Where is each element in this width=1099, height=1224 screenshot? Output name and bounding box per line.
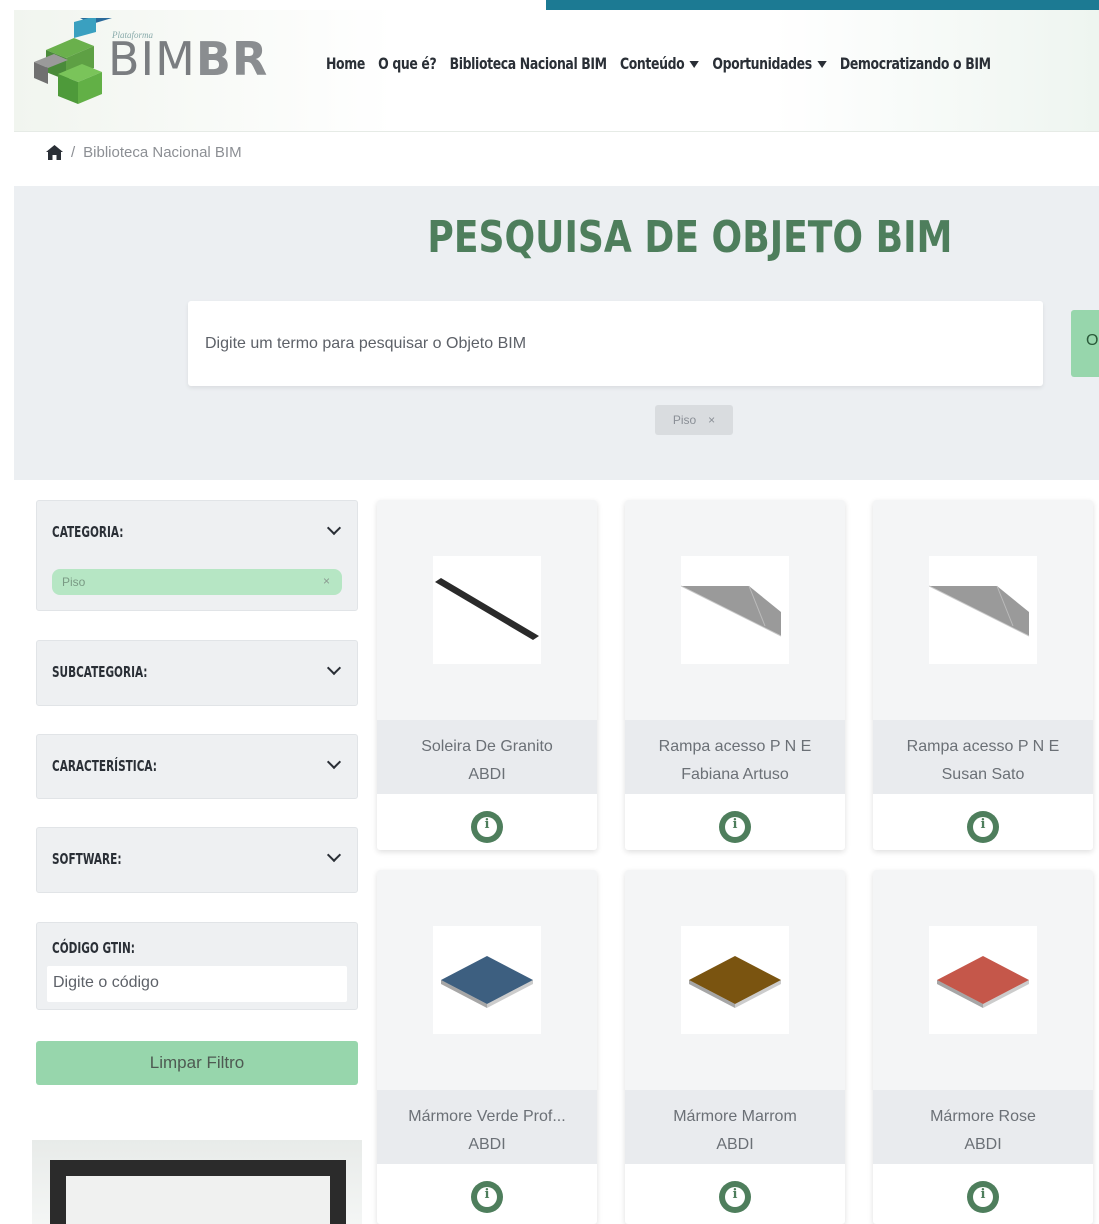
card-caption: Mármore Rose ABDI: [873, 1090, 1093, 1164]
cube-logo-icon: [34, 18, 112, 104]
banner-frame: [50, 1160, 346, 1224]
nav-o-que-e[interactable]: O que é?: [378, 54, 437, 73]
result-card[interactable]: Rampa acesso P N E Susan Sato i: [873, 500, 1093, 850]
card-thumbnail[interactable]: [681, 926, 789, 1034]
filter-subcategoria[interactable]: SUBCATEGORIA:: [36, 640, 358, 706]
close-icon[interactable]: ×: [323, 574, 330, 588]
tag-label: Piso: [672, 413, 697, 427]
card-caption: Rampa acesso P N E Susan Sato: [873, 720, 1093, 794]
breadcrumb: / Biblioteca Nacional BIM: [46, 144, 242, 161]
card-author: ABDI: [468, 766, 506, 783]
search-placeholder: Digite um termo para pesquisar o Objeto …: [205, 334, 527, 352]
card-caption: Soleira De Granito ABDI: [377, 720, 597, 794]
gtin-input[interactable]: Digite o código: [47, 966, 347, 1002]
card-author: ABDI: [468, 1136, 506, 1153]
card-thumbnail[interactable]: [929, 926, 1037, 1034]
result-card[interactable]: Rampa acesso P N E Fabiana Artuso i: [625, 500, 845, 850]
card-title[interactable]: Mármore Rose: [873, 1103, 1093, 1131]
search-button[interactable]: O: [1071, 310, 1099, 377]
caret-down-icon: [689, 61, 700, 68]
nav-democratizando[interactable]: Democratizando o BIM: [840, 54, 991, 73]
nav-oportunidades[interactable]: Oportunidades: [712, 54, 827, 73]
bimbr-logo[interactable]: Plataforma BIMBR: [34, 18, 274, 108]
filter-label: CARACTERÍSTICA:: [52, 757, 157, 775]
info-icon[interactable]: i: [719, 1181, 751, 1213]
card-title[interactable]: Soleira De Granito: [377, 733, 597, 761]
main-nav: Home O que é? Biblioteca Nacional BIM Co…: [326, 54, 991, 73]
result-card[interactable]: Mármore Rose ABDI i: [873, 870, 1093, 1224]
site-header: Plataforma BIMBR Home O que é? Bibliotec…: [14, 10, 1099, 132]
breadcrumb-current[interactable]: Biblioteca Nacional BIM: [83, 144, 241, 161]
card-thumbnail-area: [625, 500, 845, 720]
filter-software[interactable]: SOFTWARE:: [36, 827, 358, 893]
result-card[interactable]: Mármore Verde Prof... ABDI i: [377, 870, 597, 1224]
info-glyph: i: [980, 1187, 986, 1202]
info-icon[interactable]: i: [471, 1181, 503, 1213]
nav-biblioteca[interactable]: Biblioteca Nacional BIM: [450, 54, 607, 73]
nav-home[interactable]: Home: [326, 54, 365, 73]
nav-conteudo[interactable]: Conteúdo: [620, 54, 700, 73]
info-glyph: i: [732, 817, 738, 832]
filter-categoria[interactable]: CATEGORIA: Piso ×: [36, 500, 358, 611]
top-accent-strip: [546, 0, 1099, 10]
card-title[interactable]: Mármore Verde Prof...: [377, 1103, 597, 1131]
info-glyph: i: [484, 1187, 490, 1202]
chip-label: Piso: [62, 575, 86, 589]
card-author: ABDI: [716, 1136, 754, 1153]
result-card[interactable]: Mármore Marrom ABDI i: [625, 870, 845, 1224]
card-thumbnail-area: [377, 870, 597, 1090]
card-title[interactable]: Mármore Marrom: [625, 1103, 845, 1131]
card-caption: Rampa acesso P N E Fabiana Artuso: [625, 720, 845, 794]
info-icon[interactable]: i: [967, 1181, 999, 1213]
chevron-down-icon[interactable]: [326, 754, 342, 770]
filter-label: SUBCATEGORIA:: [52, 663, 148, 681]
home-icon[interactable]: [46, 145, 63, 160]
card-author: ABDI: [964, 1136, 1002, 1153]
promo-banner[interactable]: [32, 1140, 362, 1224]
breadcrumb-separator: /: [71, 144, 76, 161]
card-author: Susan Sato: [941, 766, 1025, 783]
active-tag-chip[interactable]: Piso ×: [655, 405, 733, 435]
search-title: PESQUISA DE OBJETO BIM: [427, 212, 953, 263]
info-icon[interactable]: i: [471, 811, 503, 843]
card-author: Fabiana Artuso: [681, 766, 789, 783]
card-title[interactable]: Rampa acesso P N E: [873, 733, 1093, 761]
close-icon[interactable]: ×: [708, 413, 715, 427]
chevron-down-icon[interactable]: [326, 660, 342, 676]
chevron-down-icon[interactable]: [326, 520, 342, 536]
result-card[interactable]: Soleira De Granito ABDI i: [377, 500, 597, 850]
selected-category-chip[interactable]: Piso ×: [52, 569, 342, 595]
info-glyph: i: [980, 817, 986, 832]
info-icon[interactable]: i: [719, 811, 751, 843]
clear-filter-button[interactable]: Limpar Filtro: [36, 1041, 358, 1085]
card-title[interactable]: Rampa acesso P N E: [625, 733, 845, 761]
card-thumbnail[interactable]: [928, 556, 1037, 664]
logo-wordmark: BIMBR: [108, 32, 269, 86]
card-thumbnail[interactable]: [433, 556, 541, 664]
filter-label: SOFTWARE:: [52, 850, 122, 868]
filter-label: CATEGORIA:: [52, 523, 124, 541]
info-icon[interactable]: i: [967, 811, 999, 843]
card-thumbnail[interactable]: [680, 556, 789, 664]
caret-down-icon: [817, 61, 827, 68]
search-input[interactable]: Digite um termo para pesquisar o Objeto …: [188, 301, 1043, 386]
chevron-down-icon[interactable]: [326, 847, 342, 863]
filter-gtin: CÓDIGO GTIN: Digite o código: [36, 922, 358, 1010]
filter-caracteristica[interactable]: CARACTERÍSTICA:: [36, 734, 358, 799]
card-thumbnail[interactable]: [433, 926, 541, 1034]
card-thumbnail-area: [625, 870, 845, 1090]
filter-label: CÓDIGO GTIN:: [52, 939, 135, 957]
info-glyph: i: [484, 817, 490, 832]
card-caption: Mármore Marrom ABDI: [625, 1090, 845, 1164]
card-thumbnail-area: [873, 500, 1093, 720]
card-thumbnail-area: [873, 870, 1093, 1090]
card-caption: Mármore Verde Prof... ABDI: [377, 1090, 597, 1164]
info-glyph: i: [732, 1187, 738, 1202]
card-thumbnail-area: [377, 500, 597, 720]
